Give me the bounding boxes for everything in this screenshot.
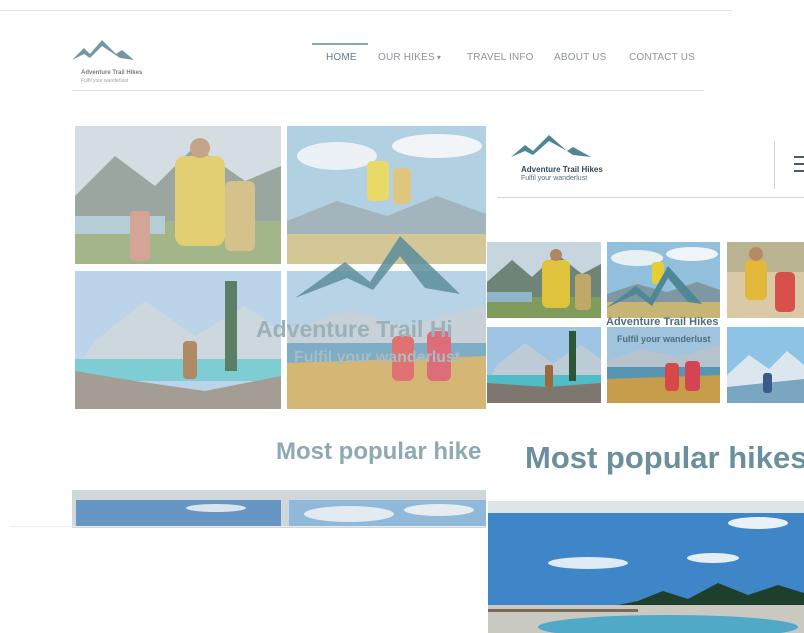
nav-our-hikes[interactable]: OUR HIKES ▾ — [378, 52, 441, 63]
desktop-header: Adventure Trail Hikes Fulfil your wander… — [72, 30, 704, 91]
mobile-hero-image-hikers-lake — [487, 242, 601, 318]
mobile-hero-image-hiker-couple — [727, 242, 804, 318]
nav-active-underline — [312, 43, 368, 45]
mobile-mockup: Adventure Trail Hikes Fulfil your wander… — [486, 135, 804, 633]
nav-travel-info[interactable]: TRAVEL INFO — [467, 52, 534, 63]
mobile-logo-tagline: Fulfil your wanderlust — [521, 175, 588, 182]
mountain-logo-icon — [72, 40, 134, 60]
nav-home[interactable]: HOME — [326, 52, 357, 63]
hamburger-menu-icon[interactable] — [794, 156, 804, 174]
mountain-logo-icon — [511, 135, 591, 157]
mobile-hero-image-mountain-lake — [487, 327, 601, 403]
mobile-header-divider — [774, 141, 775, 189]
mobile-hero-image-snow-peaks — [727, 327, 804, 403]
desktop-card-image-1[interactable] — [76, 500, 281, 526]
mobile-hero-logo-icon — [606, 266, 702, 308]
mobile-popular-title: Most popular hikes — [525, 440, 804, 475]
desktop-logo[interactable]: Adventure Trail Hikes Fulfil your wander… — [72, 36, 162, 84]
chevron-down-icon: ▾ — [436, 53, 442, 62]
desktop-logo-tagline: Fulfil your wanderlust — [81, 78, 129, 84]
mobile-hero-title: Adventure Trail Hikes — [606, 316, 719, 328]
hero-image-mountain-lake — [75, 271, 281, 409]
nav-contact-us[interactable]: CONTACT US — [629, 52, 695, 63]
mobile-hero-subtitle: Fulfil your wanderlust — [617, 334, 711, 344]
hero-image-hikers-lake — [75, 126, 281, 264]
mobile-header: Adventure Trail Hikes Fulfil your wander… — [497, 135, 804, 198]
nav-our-hikes-label: OUR HIKES — [378, 52, 435, 63]
mobile-card-image-hot-spring[interactable] — [488, 513, 804, 633]
desktop-footer-divider — [10, 526, 486, 527]
desktop-popular-title: Most popular hike — [276, 438, 482, 465]
desktop-hero-title: Adventure Trail Hi — [256, 316, 453, 342]
nav-about-us[interactable]: ABOUT US — [554, 52, 607, 63]
mobile-logo-name: Adventure Trail Hikes — [521, 165, 603, 174]
desktop-hero-subtitle: Fulfil your wanderlust — [294, 349, 461, 366]
desktop-logo-name: Adventure Trail Hikes — [81, 70, 143, 76]
desktop-card-image-2[interactable] — [289, 500, 486, 526]
